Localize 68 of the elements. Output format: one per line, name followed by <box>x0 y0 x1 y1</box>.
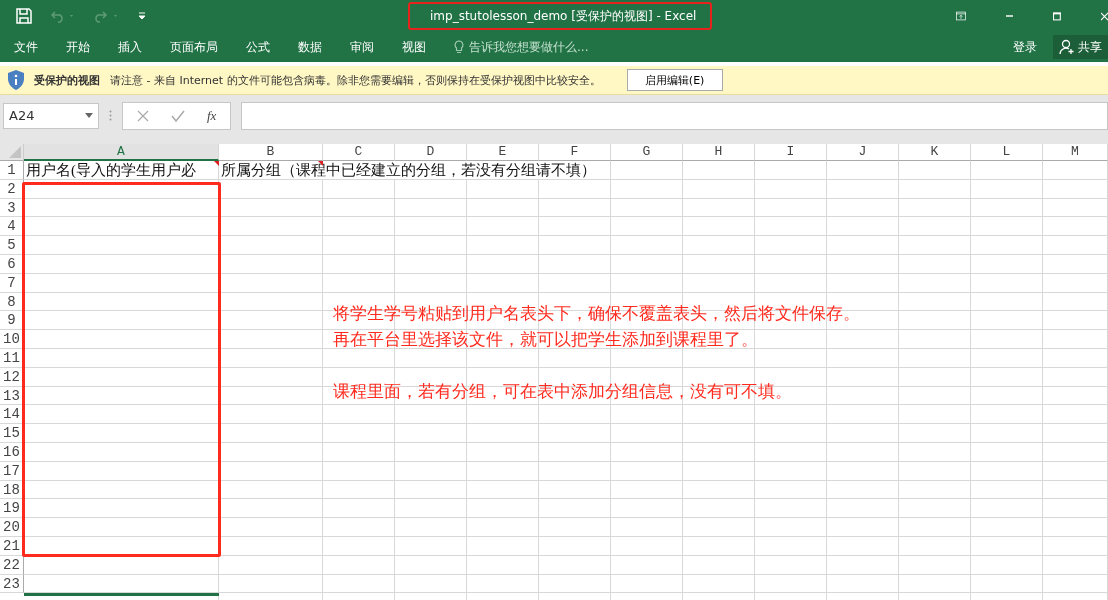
column-header[interactable]: H <box>683 144 755 161</box>
formula-input[interactable] <box>241 101 1108 130</box>
sign-in-link[interactable]: 登录 <box>1007 37 1043 57</box>
minimize-icon[interactable] <box>1005 15 1014 17</box>
ribbon-tab[interactable]: 页面布局 <box>170 38 218 56</box>
person-add-icon <box>1059 39 1075 55</box>
ribbon-tab[interactable]: 文件 <box>14 38 38 56</box>
protected-view-title: 受保护的视图 <box>34 72 100 88</box>
row-header[interactable]: 16 <box>0 442 24 462</box>
column-header[interactable]: E <box>467 144 539 161</box>
annotation-text: 再在平台里选择该文件，就可以把学生添加到课程里了。 <box>333 328 759 351</box>
row-header[interactable]: 12 <box>0 367 24 387</box>
ribbon-tab[interactable]: 插入 <box>118 38 142 56</box>
ribbon-tab[interactable]: 开始 <box>66 38 90 56</box>
protected-view-message: 请注意 - 来自 Internet 的文件可能包含病毒。除非您需要编辑，否则保持在受保护视图中比较安全。 <box>110 72 601 88</box>
ribbon-tab[interactable]: 审阅 <box>350 38 374 56</box>
column-header[interactable]: J <box>827 144 899 161</box>
row-header[interactable]: 8 <box>0 292 24 312</box>
maximize-icon[interactable] <box>1053 10 1061 22</box>
column-header[interactable]: L <box>971 144 1043 161</box>
row-header[interactable]: 13 <box>0 386 24 406</box>
ribbon-display-icon[interactable] <box>956 10 966 22</box>
row-header[interactable]: 5 <box>0 236 24 255</box>
window-title: imp_stutolesson_demo [受保护的视图] - Excel <box>430 7 697 25</box>
share-button[interactable]: 共享 <box>1053 35 1108 59</box>
enable-editing-button[interactable]: 启用编辑(E) <box>626 69 723 91</box>
row-header[interactable]: 20 <box>0 518 24 537</box>
row-header[interactable]: 10 <box>0 330 24 349</box>
row-header[interactable]: 19 <box>0 499 24 519</box>
close-icon[interactable] <box>1100 10 1108 22</box>
row-header[interactable]: 9 <box>0 311 24 331</box>
insert-function-button[interactable]: fx <box>207 107 217 124</box>
column-header[interactable]: B <box>219 144 323 161</box>
column-header[interactable]: C <box>323 144 395 161</box>
annotation-text: 课程里面，若有分组，可在表中添加分组信息，没有可不填。 <box>333 380 793 403</box>
name-box[interactable]: A24 <box>3 102 99 129</box>
column-header[interactable]: D <box>395 144 467 161</box>
column-header[interactable]: A <box>24 144 219 161</box>
row-header[interactable]: 14 <box>0 405 24 425</box>
cancel-icon[interactable] <box>137 109 149 122</box>
caret-icon <box>85 113 93 118</box>
column-header[interactable]: M <box>1043 144 1108 161</box>
check-icon[interactable] <box>171 109 185 122</box>
column-header[interactable]: I <box>755 144 827 161</box>
row-header[interactable]: 21 <box>0 536 24 556</box>
row-header[interactable]: 15 <box>0 424 24 443</box>
column-header[interactable]: K <box>899 144 971 161</box>
column-header[interactable]: G <box>611 144 683 161</box>
row-header[interactable]: 11 <box>0 348 24 368</box>
row-header[interactable]: 17 <box>0 461 24 481</box>
ribbon-tab[interactable]: 数据 <box>298 38 322 56</box>
annotation-text: 将学生学号粘贴到用户名表头下，确保不覆盖表头，然后将文件保存。 <box>333 302 860 325</box>
ribbon-tab[interactable]: 公式 <box>246 38 270 56</box>
save-icon[interactable] <box>16 8 32 24</box>
lightbulb-icon <box>454 40 464 54</box>
customize-caret-icon[interactable] <box>138 12 146 20</box>
table-cell[interactable]: 用户名(导入的学生用户必 <box>24 161 219 180</box>
row-header[interactable]: 7 <box>0 273 24 293</box>
row-header[interactable]: 6 <box>0 255 24 274</box>
tell-me-field[interactable]: 告诉我您想要做什么... <box>454 40 609 54</box>
row-header[interactable]: 3 <box>0 198 24 218</box>
row-header[interactable]: 4 <box>0 217 24 237</box>
column-header[interactable]: F <box>539 144 611 161</box>
row-header[interactable]: 18 <box>0 480 24 500</box>
corner-triangle-icon <box>9 146 21 158</box>
grip-icon <box>109 110 112 121</box>
shield-icon <box>8 70 24 90</box>
ribbon-tab[interactable]: 视图 <box>402 38 426 56</box>
